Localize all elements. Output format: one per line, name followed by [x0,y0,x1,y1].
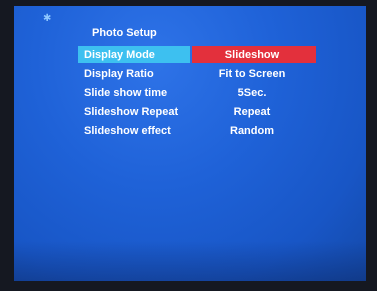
menu-item-display-ratio[interactable]: Display Ratio Fit to Screen [78,65,316,82]
screen: ✱ Photo Setup Display Mode Slideshow Dis… [14,6,366,281]
screen-vignette [14,241,366,281]
menu-title: Photo Setup [92,27,157,39]
monitor-frame: ✱ Photo Setup Display Mode Slideshow Dis… [0,0,377,291]
star-icon: ✱ [43,13,52,24]
menu-item-value[interactable]: 5Sec. [192,87,312,99]
menu-item-value[interactable]: Slideshow [192,49,312,61]
menu-item-slideshow-repeat[interactable]: Slideshow Repeat Repeat [78,103,316,120]
menu-item-display-mode[interactable]: Display Mode Slideshow [78,46,316,63]
settings-menu: Display Mode Slideshow Display Ratio Fit… [78,46,316,141]
menu-item-label: Display Mode [84,48,155,61]
menu-item-label: Slide show time [84,86,168,99]
menu-item-value[interactable]: Random [192,125,312,137]
menu-item-label: Slideshow Repeat [84,105,179,118]
menu-item-value[interactable]: Fit to Screen [192,68,312,80]
menu-item-label: Slideshow effect [84,124,171,137]
menu-item-value[interactable]: Repeat [192,106,312,118]
menu-item-label: Display Ratio [84,67,154,80]
menu-item-slideshow-effect[interactable]: Slideshow effect Random [78,122,316,139]
menu-item-slide-show-time[interactable]: Slide show time 5Sec. [78,84,316,101]
